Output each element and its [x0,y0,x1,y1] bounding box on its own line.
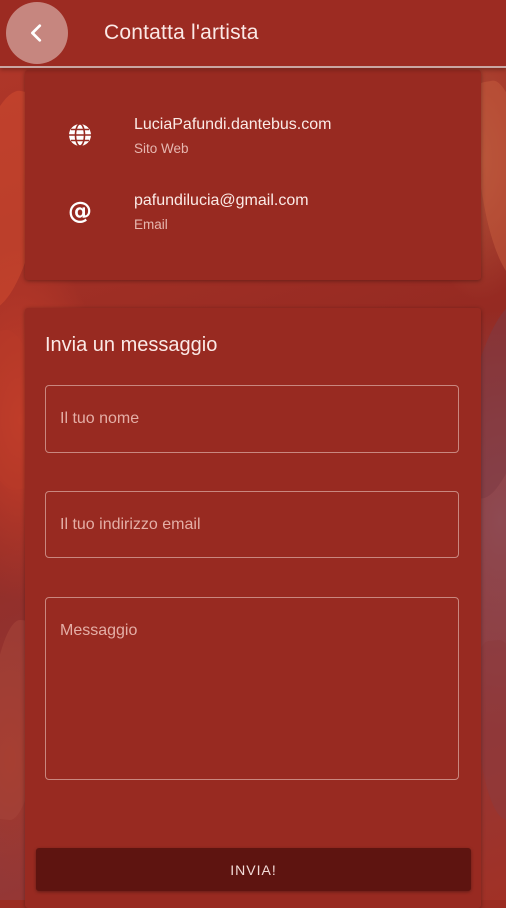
website-row[interactable]: LuciaPafundi.dantebus.com Sito Web [25,116,481,174]
send-button[interactable]: INVIA! [36,848,471,891]
email-input[interactable] [45,491,459,558]
contact-info-card: LuciaPafundi.dantebus.com Sito Web @ paf… [25,70,481,280]
email-value[interactable]: pafundilucia@gmail.com [134,192,309,210]
svg-text:@: @ [68,197,92,225]
website-label: Sito Web [134,141,189,156]
form-heading: Invia un messaggio [45,334,218,356]
message-form-card: Invia un messaggio INVIA! [25,308,481,908]
chevron-left-icon [31,24,42,42]
back-button[interactable] [6,2,68,64]
website-value[interactable]: LuciaPafundi.dantebus.com [134,116,331,134]
at-icon: @ [68,197,92,225]
name-input[interactable] [45,385,459,453]
email-label: Email [134,217,168,232]
globe-icon [69,123,91,147]
message-textarea[interactable] [45,597,459,780]
page-title: Contatta l'artista [104,21,259,44]
email-row[interactable]: @ pafundilucia@gmail.com Email [25,192,481,250]
app-bar: Contatta l'artista [0,0,506,68]
